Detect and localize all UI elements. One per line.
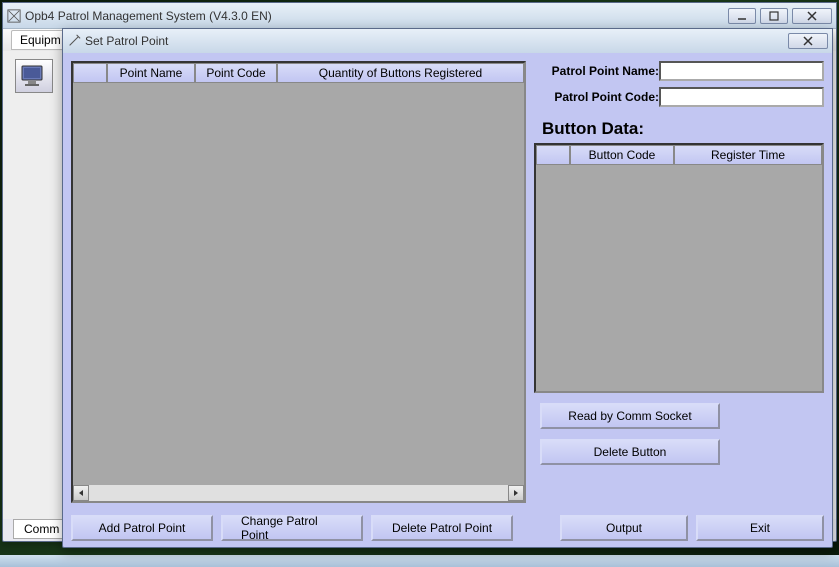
dialog-icon: [67, 34, 81, 48]
maximize-button[interactable]: [760, 8, 788, 24]
patrol-point-code-label: Patrol Point Code:: [534, 90, 659, 104]
add-patrol-point-button[interactable]: Add Patrol Point: [71, 515, 213, 541]
minimize-button[interactable]: [728, 8, 756, 24]
button-data-title: Button Data:: [542, 119, 824, 139]
menu-equipment[interactable]: Equipm: [11, 30, 70, 50]
patrol-point-name-label: Patrol Point Name:: [534, 64, 659, 78]
grid-col-point-name[interactable]: Point Name: [107, 63, 195, 83]
close-button[interactable]: [792, 8, 832, 24]
dialog-titlebar[interactable]: Set Patrol Point: [63, 29, 832, 53]
output-button[interactable]: Output: [560, 515, 688, 541]
taskbar: [0, 555, 839, 567]
patrol-point-panel: Point Name Point Code Quantity of Button…: [71, 61, 526, 503]
scroll-left-button[interactable]: [73, 485, 89, 501]
patrol-point-grid-header: Point Name Point Code Quantity of Button…: [73, 63, 524, 83]
dialog-title: Set Patrol Point: [85, 34, 788, 48]
app-icon: [7, 9, 21, 23]
dialog-close-button[interactable]: [788, 33, 828, 49]
grid-hscrollbar[interactable]: [73, 485, 524, 501]
grid-col-blank[interactable]: [73, 63, 107, 83]
set-patrol-point-dialog: Set Patrol Point Point Name Point Code Q…: [62, 28, 833, 548]
change-patrol-point-button[interactable]: Change Patrol Point: [221, 515, 363, 541]
main-window-titlebar[interactable]: Opb4 Patrol Management System (V4.3.0 EN…: [3, 3, 836, 29]
patrol-point-grid[interactable]: Point Name Point Code Quantity of Button…: [71, 61, 526, 503]
patrol-point-grid-body[interactable]: [73, 83, 524, 485]
grid-col-qty[interactable]: Quantity of Buttons Registered: [277, 63, 524, 83]
dialog-bottom-bar: Add Patrol Point Change Patrol Point Del…: [63, 511, 832, 547]
button-data-grid[interactable]: Button Code Register Time: [534, 143, 824, 393]
read-by-comm-socket-button[interactable]: Read by Comm Socket: [540, 403, 720, 429]
detail-panel: Patrol Point Name: Patrol Point Code: Bu…: [534, 61, 824, 503]
patrol-point-name-input[interactable]: [659, 61, 824, 81]
patrol-point-code-input[interactable]: [659, 87, 824, 107]
scroll-track[interactable]: [89, 485, 508, 501]
button-data-grid-header: Button Code Register Time: [536, 145, 822, 165]
grid-col-point-code[interactable]: Point Code: [195, 63, 277, 83]
main-window-title: Opb4 Patrol Management System (V4.3.0 EN…: [25, 9, 728, 23]
delete-button-button[interactable]: Delete Button: [540, 439, 720, 465]
button-grid-col-time[interactable]: Register Time: [674, 145, 822, 165]
toolbar-comm-icon[interactable]: [15, 59, 53, 93]
delete-patrol-point-button[interactable]: Delete Patrol Point: [371, 515, 513, 541]
scroll-right-button[interactable]: [508, 485, 524, 501]
button-grid-col-code[interactable]: Button Code: [570, 145, 674, 165]
button-grid-col-blank[interactable]: [536, 145, 570, 165]
exit-button[interactable]: Exit: [696, 515, 824, 541]
